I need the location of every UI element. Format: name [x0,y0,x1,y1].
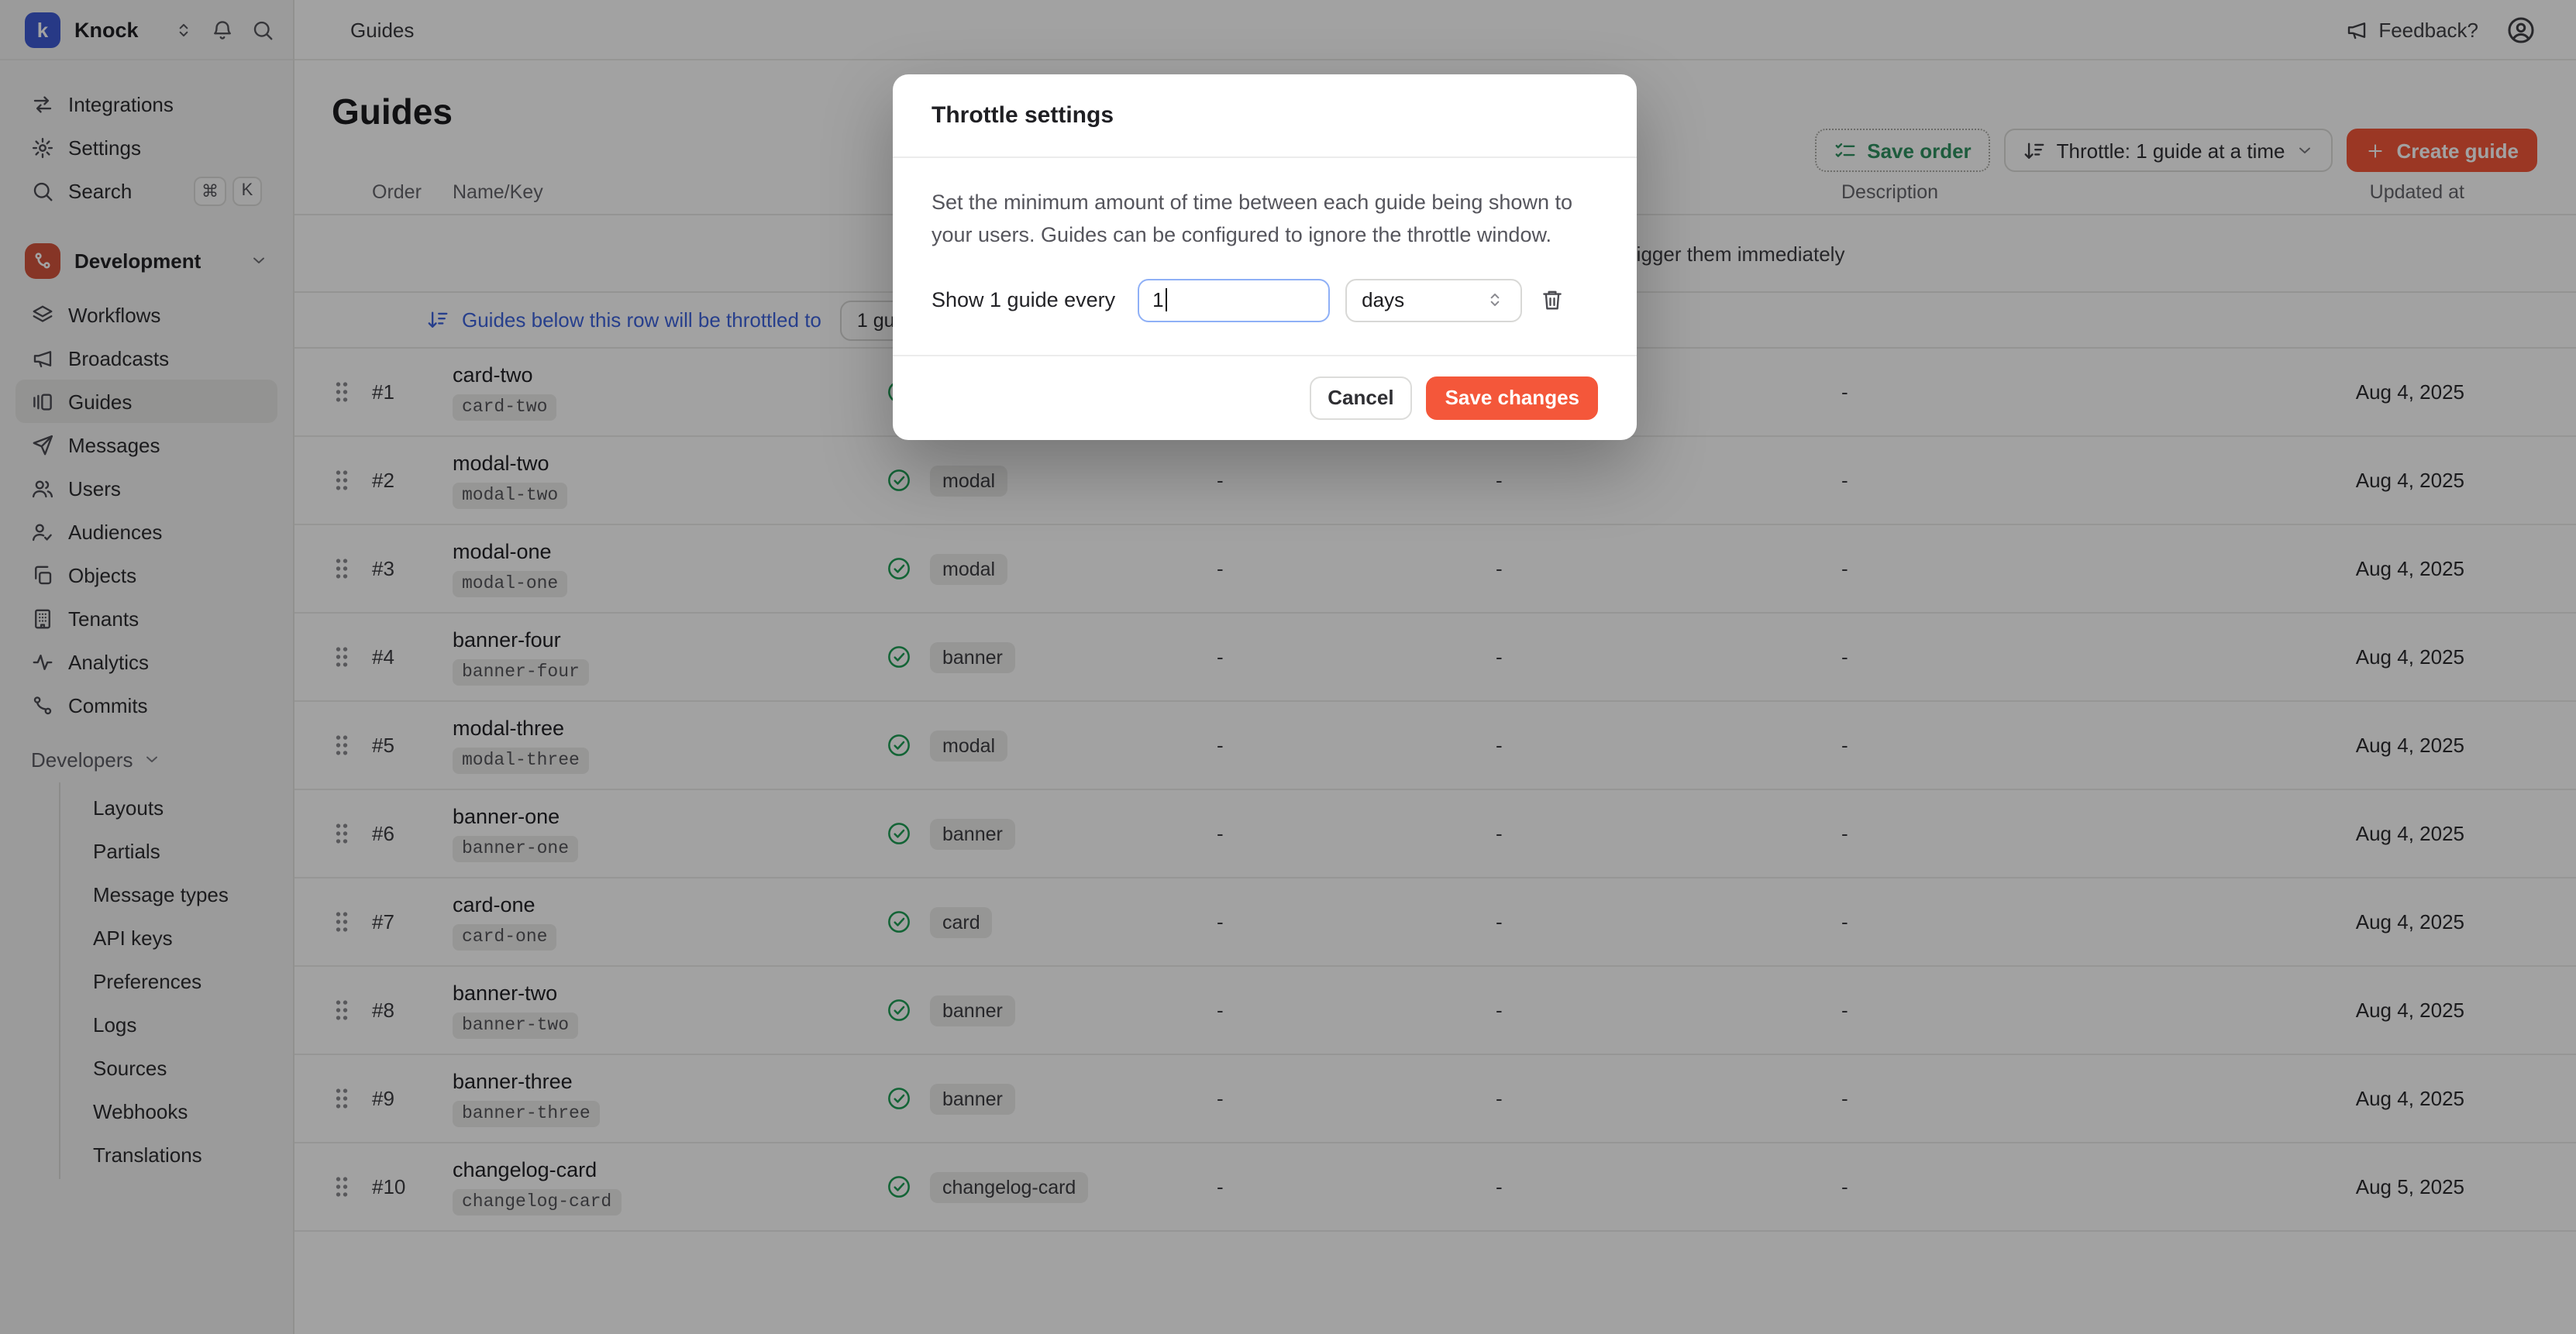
throttle-form-label: Show 1 guide every [932,289,1115,312]
modal-title: Throttle settings [932,102,1114,129]
throttle-settings-modal: Throttle settings Set the minimum amount… [893,74,1637,440]
throttle-unit-select[interactable]: days [1345,279,1521,322]
text-caret [1166,289,1168,312]
screen: k Knock Integrations [0,0,2576,1334]
delete-throttle-button[interactable] [1540,289,1563,312]
cancel-button[interactable]: Cancel [1309,376,1412,420]
chevrons-up-down-icon [1484,291,1504,311]
knock-app: k Knock Integrations [0,0,2576,1334]
save-changes-button[interactable]: Save changes [1427,376,1598,420]
modal-description: Set the minimum amount of time between e… [932,187,1598,253]
throttle-amount-input[interactable]: 1 [1137,279,1329,322]
